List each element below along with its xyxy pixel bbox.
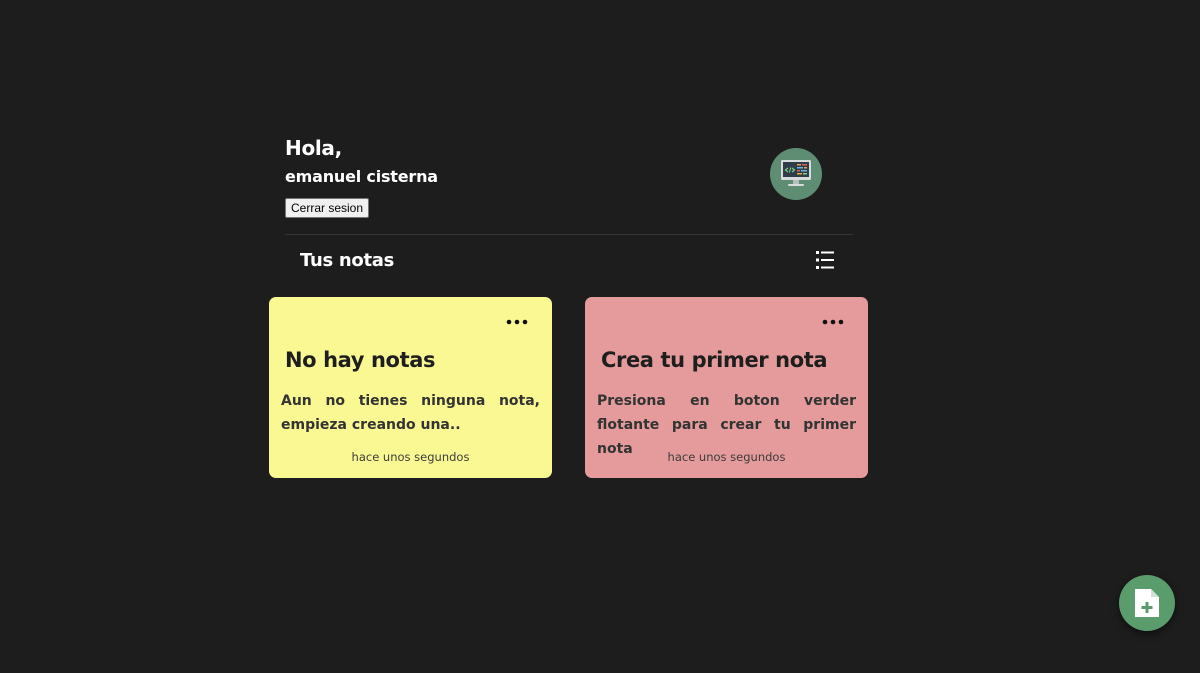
add-note-button[interactable] <box>1119 575 1175 631</box>
user-header: Hola, emanuel cisterna Cerrar sesion <box>285 136 853 235</box>
note-card[interactable]: No hay notas Aun no tienes ninguna nota,… <box>269 297 552 478</box>
add-note-icon <box>1135 589 1159 617</box>
note-menu-button[interactable] <box>506 313 528 325</box>
logout-button[interactable]: Cerrar sesion <box>285 198 370 218</box>
username-text: emanuel cisterna <box>285 167 438 186</box>
note-title: No hay notas <box>285 348 436 372</box>
more-horizontal-icon <box>506 319 528 325</box>
note-menu-button[interactable] <box>822 313 844 325</box>
note-body: Aun no tienes ninguna nota, empieza crea… <box>281 393 540 433</box>
note-timestamp: hace unos segundos <box>667 450 786 464</box>
app-page: Hola, emanuel cisterna Cerrar sesion Tus… <box>0 0 1200 673</box>
notes-section-title: Tus notas <box>300 250 395 271</box>
greeting-text: Hola, <box>285 136 342 160</box>
note-title: Crea tu primer nota <box>601 348 828 372</box>
note-card[interactable]: Crea tu primer nota Presiona en boton ve… <box>585 297 868 478</box>
computer-monitor-icon <box>781 160 811 186</box>
list-view-button[interactable] <box>813 248 837 272</box>
note-timestamp: hace unos segundos <box>351 450 470 464</box>
list-view-icon <box>816 251 834 269</box>
more-horizontal-icon <box>822 319 844 325</box>
avatar <box>770 148 822 200</box>
